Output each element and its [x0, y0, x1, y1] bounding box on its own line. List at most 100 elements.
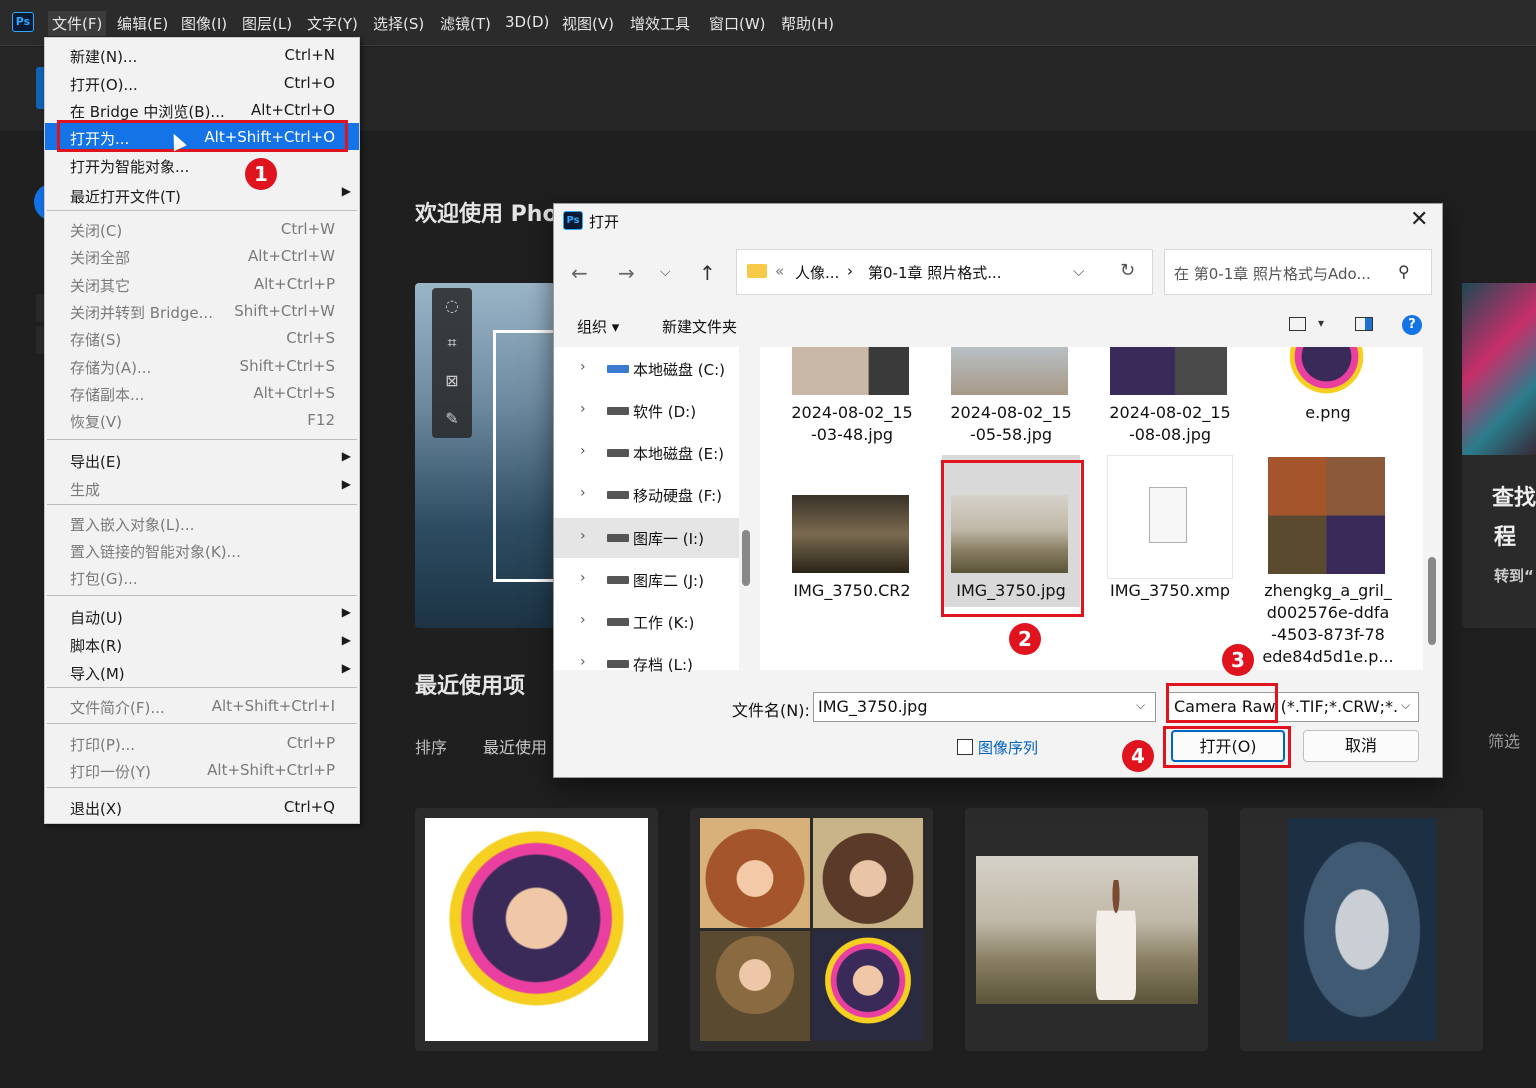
menu-item-new[interactable]: 新建(N)... Ctrl+N — [45, 41, 359, 68]
breadcrumb-item[interactable]: 人像... — [795, 262, 839, 283]
menu-item-open[interactable]: 打开(O)... Ctrl+O — [45, 69, 359, 96]
menu-item-export[interactable]: 导出(E) ▶ — [45, 446, 359, 473]
menu-item-browse-bridge[interactable]: 在 Bridge 中浏览(B)... Alt+Ctrl+O — [45, 96, 359, 123]
filetype-dropdown-icon[interactable]: ⌵ — [1401, 698, 1410, 713]
menu-window[interactable]: 窗口(W) — [709, 13, 766, 34]
view-icon[interactable] — [1289, 317, 1306, 331]
folder-icon — [747, 264, 767, 278]
nav-drive[interactable]: › 存档 (L:) — [554, 644, 739, 684]
nav-drive[interactable]: › 图库二 (J:) — [554, 560, 739, 600]
refresh-icon[interactable]: ↻ — [1120, 260, 1135, 281]
file-thumbnail[interactable] — [1268, 457, 1385, 574]
nav-drive[interactable]: › 本地磁盘 (E:) — [554, 433, 739, 473]
nav-drive[interactable]: › 软件 (D:) — [554, 391, 739, 431]
menu-select[interactable]: 选择(S) — [373, 13, 424, 34]
menu-item-place-linked[interactable]: 置入链接的智能对象(K)... — [45, 536, 359, 563]
photoshop-logo: Ps — [12, 12, 34, 32]
image-sequence-checkbox[interactable] — [957, 739, 973, 755]
file-scrollbar[interactable] — [1428, 557, 1436, 645]
new-folder-button[interactable]: 新建文件夹 — [662, 316, 737, 337]
filename-value[interactable]: IMG_3750.jpg — [818, 697, 927, 716]
chevron-right-icon: › — [580, 443, 586, 459]
help-icon[interactable]: ? — [1402, 315, 1422, 335]
menu-item-save-as[interactable]: 存储为(A)... Shift+Ctrl+S — [45, 352, 359, 379]
organize-button[interactable]: 组织 ▾ — [577, 316, 619, 337]
dialog-title: 打开 — [589, 213, 620, 231]
filename-dropdown-icon[interactable]: ⌵ — [1136, 698, 1145, 713]
chevron-right-icon: › — [580, 570, 586, 586]
menu-separator — [47, 504, 357, 505]
file-name: -05-58.jpg — [969, 425, 1053, 444]
close-icon[interactable]: ✕ — [1410, 207, 1428, 232]
address-dropdown-icon[interactable]: ⌵ — [1073, 262, 1084, 280]
chevron-down-icon[interactable]: ⌵ — [660, 264, 671, 280]
menu-item-close-go-bridge[interactable]: 关闭并转到 Bridge... Shift+Ctrl+W — [45, 297, 359, 324]
file-thumbnail[interactable] — [1268, 347, 1385, 395]
menu-item-generate[interactable]: 生成 ▶ — [45, 474, 359, 501]
menu-filter[interactable]: 滤镜(T) — [440, 13, 491, 34]
menu-item-place-embedded[interactable]: 置入嵌入对象(L)... — [45, 509, 359, 536]
menu-item-revert[interactable]: 恢复(V) F12 — [45, 406, 359, 433]
cancel-button[interactable]: 取消 — [1303, 730, 1419, 762]
annotation-box-3 — [1166, 683, 1278, 723]
menu-item-import[interactable]: 导入(M) ▶ — [45, 658, 359, 685]
sort-label: 排序 — [415, 738, 448, 757]
drive-icon — [607, 576, 629, 584]
search-icon[interactable]: ⚲ — [1398, 262, 1410, 281]
menu-item-close-others[interactable]: 关闭其它 Alt+Ctrl+P — [45, 270, 359, 297]
menu-help[interactable]: 帮助(H) — [781, 13, 834, 34]
submenu-arrow-icon: ▶ — [341, 184, 351, 198]
tutorial-link[interactable]: 转到“ — [1494, 565, 1534, 586]
menu-item-automate[interactable]: 自动(U) ▶ — [45, 602, 359, 629]
menu-item-print-one[interactable]: 打印一份(Y) Alt+Shift+Ctrl+P — [45, 756, 359, 783]
menu-item-close-all[interactable]: 关闭全部 Alt+Ctrl+W — [45, 242, 359, 269]
menu-view[interactable]: 视图(V) — [562, 13, 614, 34]
file-name: IMG_3750.CR2 — [793, 581, 911, 600]
menu-item-save[interactable]: 存储(S) Ctrl+S — [45, 324, 359, 351]
menu-item-save-copy[interactable]: 存储副本... Alt+Ctrl+S — [45, 379, 359, 406]
menu-layer[interactable]: 图层(L) — [242, 13, 292, 34]
sort-dropdown[interactable]: 最近使用 — [483, 734, 547, 758]
file-thumbnail[interactable] — [792, 347, 909, 395]
recent-thumbnail — [813, 818, 923, 928]
nav-drive[interactable]: › 移动硬盘 (F:) — [554, 475, 739, 515]
menu-3d[interactable]: 3D(D) — [505, 13, 549, 31]
file-name: e.png — [1305, 403, 1351, 422]
menu-image[interactable]: 图像(I) — [181, 13, 227, 34]
menu-item-open-smart-object[interactable]: 打开为智能对象... — [45, 151, 359, 178]
nav-drive[interactable]: › 工作 (K:) — [554, 602, 739, 642]
menu-separator — [47, 723, 357, 724]
recent-thumbnail — [425, 818, 648, 1041]
menu-item-package[interactable]: 打包(G)... — [45, 563, 359, 590]
menu-item-print[interactable]: 打印(P)... Ctrl+P — [45, 729, 359, 756]
forward-arrow-icon[interactable]: → — [618, 261, 635, 285]
recent-thumbnail — [700, 931, 810, 1041]
document-icon — [1149, 487, 1187, 543]
file-thumbnail[interactable] — [1110, 347, 1227, 395]
filename-label: 文件名(N): — [732, 701, 810, 720]
menu-item-recent[interactable]: 最近打开文件(T) ▶ — [45, 181, 359, 208]
image-sequence-label[interactable]: 图像序列 — [978, 737, 1038, 758]
menu-type[interactable]: 文字(Y) — [307, 13, 358, 34]
breadcrumb-overflow[interactable]: « — [775, 262, 784, 280]
search-input[interactable]: 在 第0-1章 照片格式与Ado... — [1174, 263, 1371, 284]
menu-edit[interactable]: 编辑(E) — [117, 13, 168, 34]
view-dropdown-icon[interactable]: ▾ — [1318, 316, 1324, 330]
menu-plugins[interactable]: 增效工具 — [630, 13, 690, 34]
breadcrumb-item[interactable]: 第0-1章 照片格式... — [868, 262, 1002, 283]
back-arrow-icon[interactable]: ← — [571, 261, 588, 285]
menu-item-close[interactable]: 关闭(C) Ctrl+W — [45, 215, 359, 242]
nav-drive[interactable]: › 本地磁盘 (C:) — [554, 349, 739, 389]
nav-drive[interactable]: › 图库一 (I:) — [554, 518, 739, 558]
up-arrow-icon[interactable]: ↑ — [699, 261, 716, 285]
menu-file[interactable]: 文件(F) — [48, 11, 107, 36]
menu-item-exit[interactable]: 退出(X) Ctrl+Q — [45, 793, 359, 820]
menu-item-file-info[interactable]: 文件简介(F)... Alt+Shift+Ctrl+I — [45, 692, 359, 719]
preview-pane-icon[interactable] — [1355, 317, 1373, 331]
recent-thumbnail — [813, 931, 923, 1041]
tutorial-image — [1462, 283, 1536, 455]
menu-item-scripts[interactable]: 脚本(R) ▶ — [45, 630, 359, 657]
file-thumbnail[interactable] — [792, 495, 909, 573]
nav-scrollbar[interactable] — [742, 530, 750, 586]
file-thumbnail[interactable] — [951, 347, 1068, 395]
